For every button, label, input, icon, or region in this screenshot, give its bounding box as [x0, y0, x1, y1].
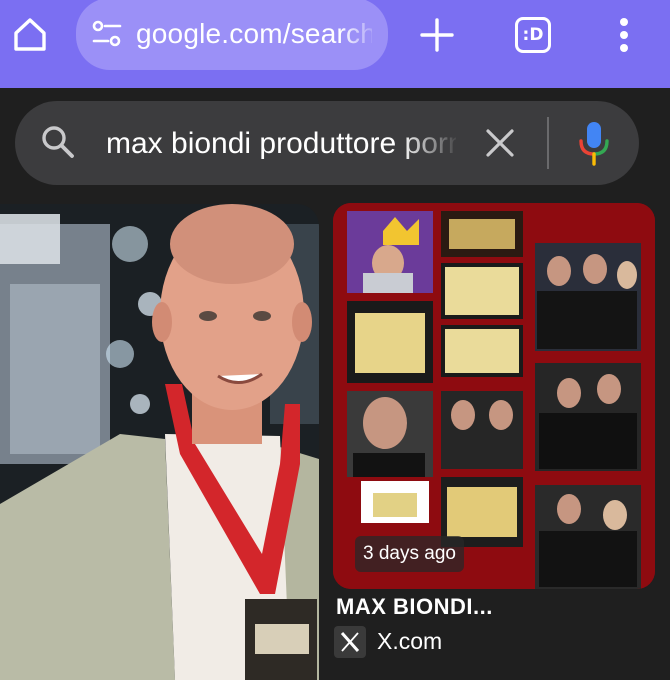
home-button[interactable] — [8, 12, 52, 56]
tab-switcher-icon: :D — [522, 25, 544, 45]
clear-search-button[interactable] — [482, 125, 518, 161]
tab-switcher-button[interactable]: :D — [515, 17, 551, 53]
result-2-title[interactable]: MAX BIONDI... — [336, 594, 656, 620]
home-icon — [14, 18, 46, 51]
search-divider — [547, 117, 549, 169]
url-text[interactable]: google.com/search — [136, 16, 372, 52]
url-fade — [340, 14, 380, 54]
new-tab-button[interactable] — [416, 14, 458, 56]
search-input-fade — [400, 122, 460, 166]
plus-icon — [420, 18, 454, 52]
mic-icon — [579, 122, 609, 166]
menu-dot — [620, 44, 628, 52]
voice-search-button[interactable] — [576, 120, 612, 166]
search-icon[interactable] — [40, 124, 76, 160]
result-2-source[interactable]: X.com — [377, 628, 442, 655]
menu-dot — [620, 31, 628, 39]
result-1-image — [0, 204, 319, 680]
close-icon — [486, 129, 514, 157]
result-2-date-badge: 3 days ago — [355, 536, 464, 572]
image-result-1[interactable] — [0, 204, 319, 680]
x-logo-icon — [334, 626, 366, 658]
image-result-2[interactable] — [333, 203, 655, 589]
more-vert-icon — [620, 18, 628, 26]
more-menu-button[interactable] — [608, 14, 640, 56]
browser-toolbar: google.com/search :D — [0, 0, 670, 88]
tune-icon[interactable] — [92, 20, 122, 48]
browser-screen: google.com/search :D max biondi produtto… — [0, 0, 670, 680]
result-2-image — [333, 203, 655, 589]
